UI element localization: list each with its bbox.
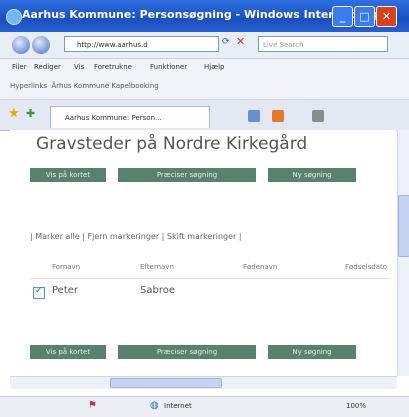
vertical-scroll-thumb[interactable]: [398, 195, 409, 257]
forward-button[interactable]: [32, 36, 50, 54]
refine-search-button-bottom[interactable]: Præciser søgning: [118, 345, 256, 359]
menu-edit[interactable]: Rediger: [34, 63, 61, 71]
new-search-button-bottom[interactable]: Ny søgning: [268, 345, 356, 359]
menu-tools[interactable]: Funktioner: [150, 63, 187, 71]
home-icon[interactable]: [248, 110, 260, 122]
close-button[interactable]: ✕: [376, 6, 397, 27]
col-first-name[interactable]: Fornavn: [52, 263, 80, 271]
zoom-level[interactable]: 100%: [346, 402, 366, 410]
menu-file[interactable]: Filer: [12, 63, 27, 71]
links-bar: Hyperlinks Århus Kommune Kapelbooking: [10, 82, 159, 90]
window-title-bar: Aarhus Kommune: Personsøgning - Windows …: [0, 0, 409, 32]
page-content: [10, 130, 396, 376]
col-birth-name[interactable]: Fødenavn: [243, 263, 277, 271]
links-item[interactable]: Århus Kommune Kapelbooking: [52, 82, 159, 90]
stop-icon[interactable]: ✕: [236, 35, 245, 48]
maximize-button[interactable]: □: [354, 6, 375, 27]
table-cell-last-name: Sabroe: [140, 285, 175, 296]
menu-favorites[interactable]: Foretrukne: [94, 63, 132, 71]
col-birth-date[interactable]: Fødselsdato: [345, 263, 395, 271]
tab-current[interactable]: Aarhus Kommune: Person...: [50, 106, 210, 128]
feeds-icon[interactable]: [272, 110, 284, 122]
security-icon: ⚑: [88, 400, 97, 411]
new-search-button[interactable]: Ny søgning: [268, 168, 356, 182]
refine-search-button[interactable]: Præciser søgning: [118, 168, 256, 182]
menu-view[interactable]: Vis: [74, 63, 84, 71]
address-bar[interactable]: http://www.aarhus.d: [64, 36, 219, 52]
favorites-star-icon[interactable]: ★: [8, 106, 20, 121]
search-input[interactable]: Live Search: [258, 36, 388, 52]
page-title: Gravsteder på Nordre Kirkegård: [36, 134, 308, 154]
add-favorites-icon[interactable]: ✚: [26, 107, 35, 120]
refresh-icon[interactable]: ⟳: [222, 37, 230, 47]
ie-logo-icon: [6, 9, 22, 25]
horizontal-scroll-thumb[interactable]: [110, 378, 222, 388]
links-label: Hyperlinks: [10, 82, 48, 90]
selection-actions[interactable]: | Marker alle | Fjern markeringer | Skif…: [30, 232, 242, 241]
show-on-map-button-bottom[interactable]: Vis på kortet: [30, 345, 106, 359]
show-on-map-button[interactable]: Vis på kortet: [30, 168, 106, 182]
col-last-name[interactable]: Efternavn: [140, 263, 174, 271]
back-button[interactable]: [12, 36, 30, 54]
menu-help[interactable]: Hjælp: [204, 63, 224, 71]
row-checkbox[interactable]: ✓: [33, 286, 45, 299]
minimize-button[interactable]: _: [332, 6, 353, 27]
checkmark-icon: ✓: [35, 286, 43, 296]
status-bar: ⚑ ◍ Internet 100%: [0, 396, 409, 417]
globe-icon: ◍: [150, 400, 159, 411]
table-cell-first-name: Peter: [52, 285, 79, 296]
table-divider: [30, 278, 390, 279]
zone-label: Internet: [164, 402, 192, 410]
print-icon[interactable]: [312, 110, 324, 122]
